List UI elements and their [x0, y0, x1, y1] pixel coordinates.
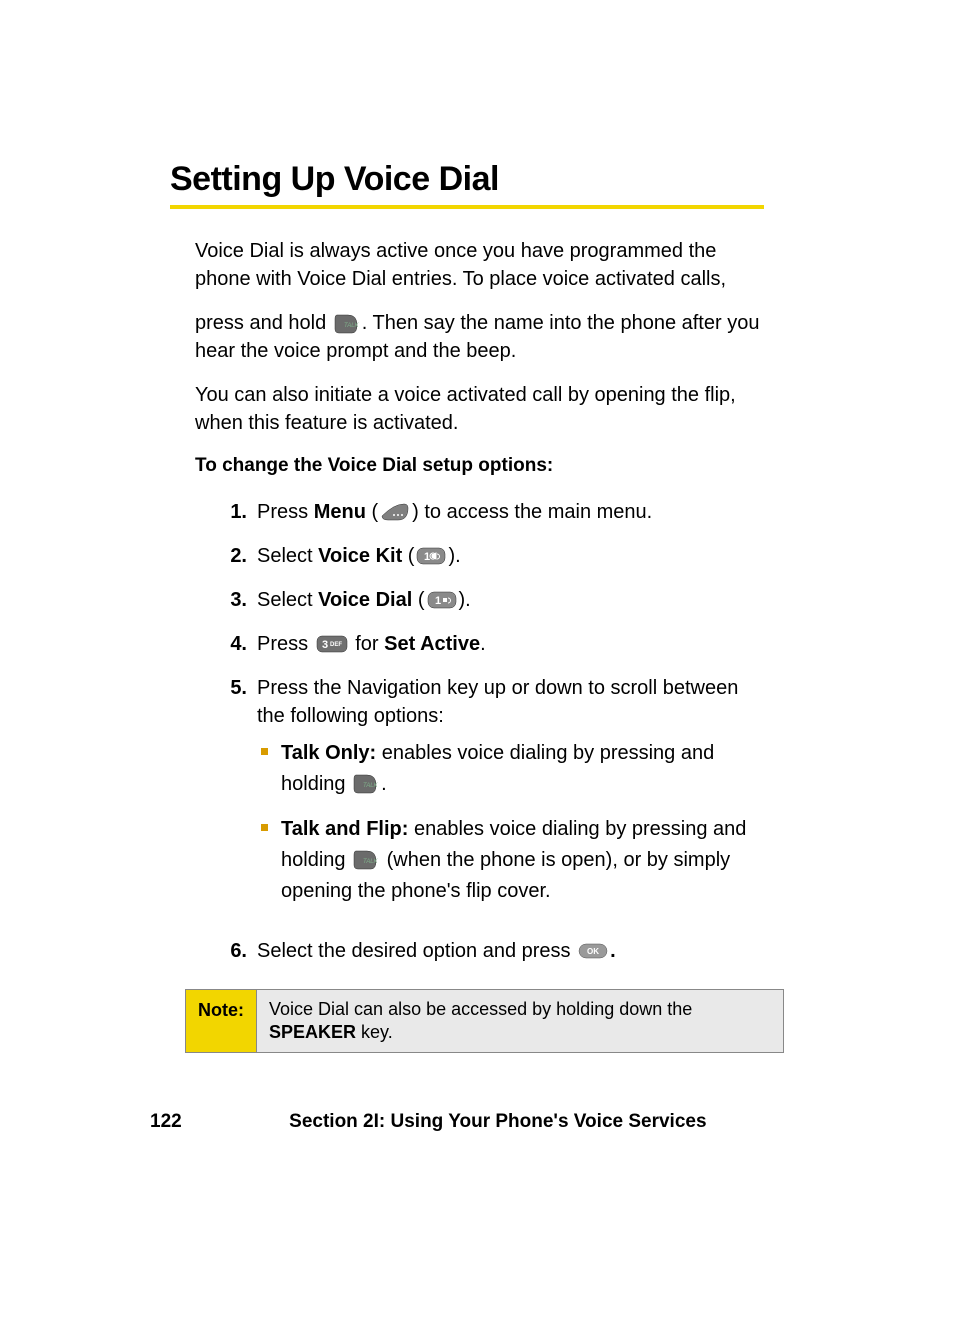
talk-and-flip-label: Talk and Flip:: [281, 818, 408, 840]
ok-key-icon: OK: [578, 943, 608, 959]
step-1: 1. Press Menu ( ) to access the main menu…: [215, 498, 764, 526]
menu-key-icon: [380, 502, 410, 522]
note-box: Note: Voice Dial can also be accessed by…: [185, 989, 784, 1054]
page-footer: 122 Section 2I: Using Your Phone's Voice…: [0, 1111, 954, 1133]
text: Voice Dial can also be accessed by holdi…: [269, 999, 692, 1019]
step-num: 6.: [215, 937, 257, 965]
text: (: [412, 589, 424, 611]
intro-p1: Voice Dial is always active once you hav…: [195, 237, 764, 293]
intro-p2: press and hold TALK. Then say the name i…: [195, 309, 764, 365]
one-key-icon: 1: [427, 591, 457, 609]
page-number: 122: [150, 1111, 182, 1133]
svg-text:DEF: DEF: [330, 642, 342, 648]
title-rule: [170, 205, 764, 209]
step-5: 5. Press the Navigation key up or down t…: [215, 674, 764, 921]
text: .: [381, 773, 387, 795]
step-4: 4. Press 3DEF for Set Active.: [215, 630, 764, 658]
step-3: 3. Select Voice Dial (1).: [215, 586, 764, 614]
intro-p3: You can also initiate a voice activated …: [195, 381, 764, 437]
steps-list: 1. Press Menu ( ) to access the main menu…: [195, 498, 764, 965]
step-num: 4.: [215, 630, 257, 658]
intro-p2a: press and hold: [195, 312, 332, 334]
step-num: 3.: [215, 586, 257, 614]
step-num: 5.: [215, 674, 257, 921]
one-key-icon: 1: [416, 547, 446, 565]
voice-kit-label: Voice Kit: [318, 545, 402, 567]
svg-text:1: 1: [424, 551, 430, 563]
page-title: Setting Up Voice Dial: [170, 160, 764, 199]
text: Press: [257, 501, 314, 523]
three-def-key-icon: 3DEF: [316, 635, 348, 653]
text: (: [366, 501, 378, 523]
note-label: Note:: [186, 990, 257, 1053]
menu-label: Menu: [314, 501, 366, 523]
text: Press the Navigation key up or down to s…: [257, 677, 738, 727]
voice-dial-label: Voice Dial: [318, 589, 412, 611]
svg-text:OK: OK: [587, 947, 599, 956]
subhead: To change the Voice Dial setup options:: [195, 453, 764, 480]
text: .: [610, 940, 616, 962]
step-2: 2. Select Voice Kit (1).: [215, 542, 764, 570]
text: Select: [257, 545, 318, 567]
talk-only-label: Talk Only:: [281, 742, 376, 764]
set-active-label: Set Active: [384, 633, 480, 655]
text: ).: [448, 545, 460, 567]
svg-text:TALK: TALK: [344, 323, 360, 329]
text: Select: [257, 589, 318, 611]
svg-text:TALK: TALK: [363, 859, 379, 865]
speaker-label: SPEAKER: [269, 1022, 356, 1042]
note-content: Voice Dial can also be accessed by holdi…: [257, 990, 783, 1053]
step-6: 6. Select the desired option and press O…: [215, 937, 764, 965]
text: key.: [356, 1022, 393, 1042]
svg-text:3: 3: [322, 639, 328, 651]
svg-text:TALK: TALK: [363, 783, 379, 789]
talk-key-icon: TALK: [334, 313, 360, 335]
sub-talk-and-flip: Talk and Flip: enables voice dialing by …: [281, 814, 764, 907]
step-num: 1.: [215, 498, 257, 526]
text: ).: [459, 589, 471, 611]
text: for: [350, 633, 384, 655]
svg-text:1: 1: [435, 595, 441, 607]
text: Select the desired option and press: [257, 940, 576, 962]
text: ) to access the main menu.: [412, 501, 652, 523]
talk-key-icon: TALK: [353, 773, 379, 795]
text: Press: [257, 633, 314, 655]
section-label: Section 2I: Using Your Phone's Voice Ser…: [232, 1111, 764, 1133]
text: .: [480, 633, 486, 655]
sub-talk-only: Talk Only: enables voice dialing by pres…: [281, 738, 764, 800]
step-num: 2.: [215, 542, 257, 570]
talk-key-icon: TALK: [353, 849, 379, 871]
text: (: [402, 545, 414, 567]
step-5-sublist: Talk Only: enables voice dialing by pres…: [257, 738, 764, 907]
